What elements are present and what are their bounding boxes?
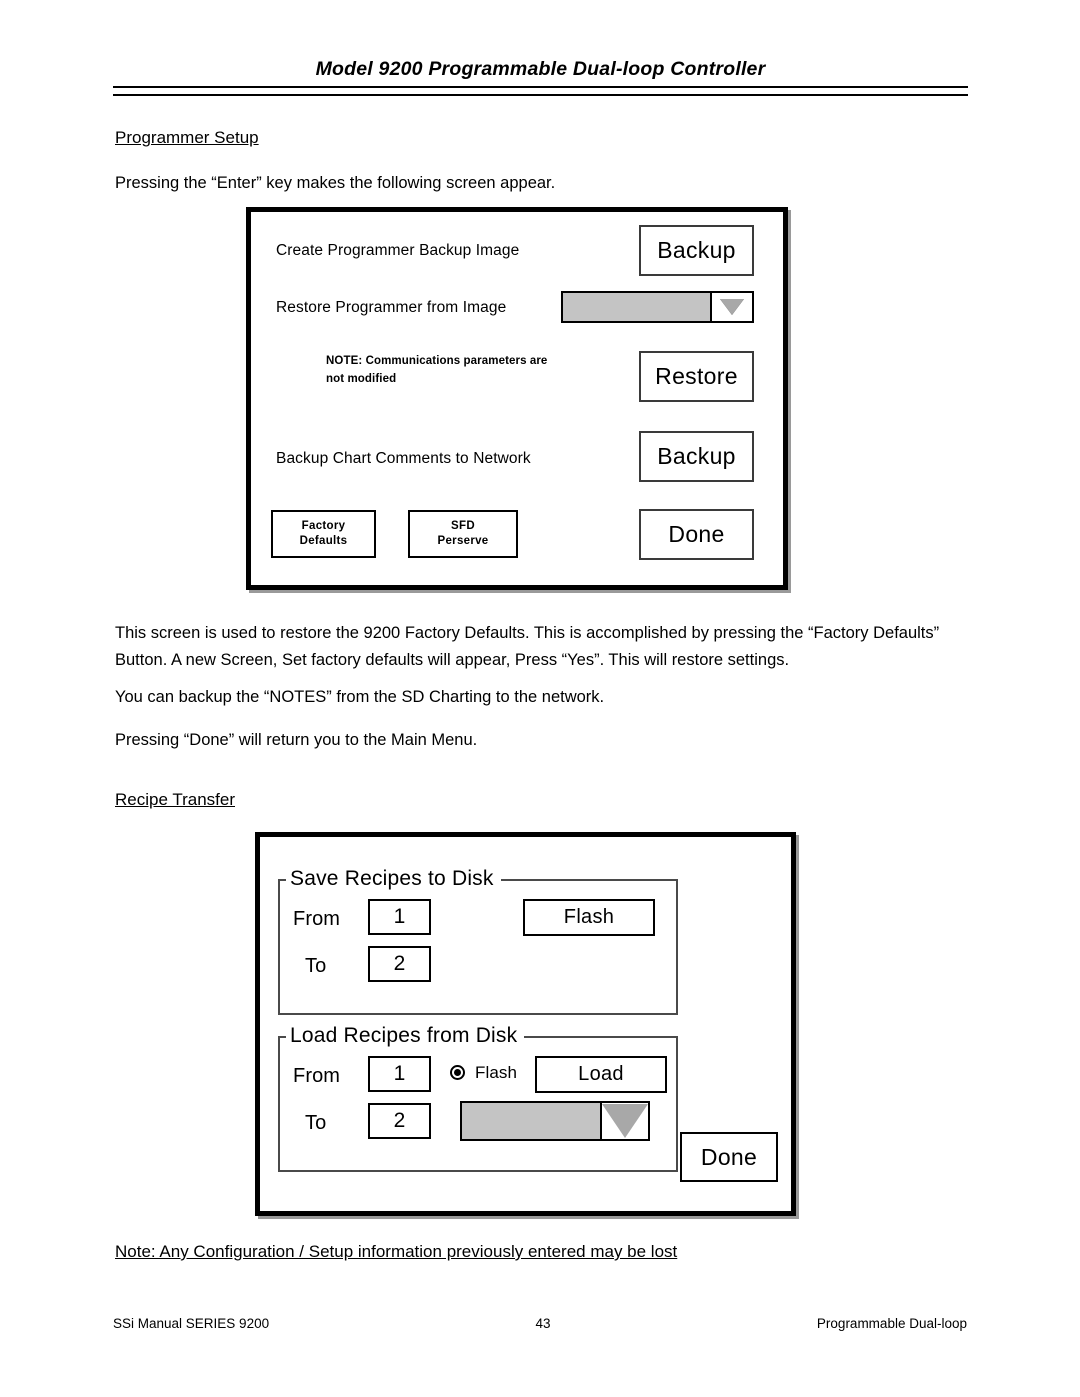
recipe-transfer-dialog: Save Recipes to Disk From 1 Flash To 2 L… [255,832,796,1216]
section-heading-programmer-setup: Programmer Setup [115,128,259,147]
document-header-title: Model 9200 Programmable Dual-loop Contro… [315,58,766,80]
footer-manual-name: SSi Manual SERIES 9200 [113,1316,270,1331]
section-heading-recipe-transfer: Recipe Transfer [115,790,235,809]
programmer-setup-intro-text: Pressing the “Enter” key makes the follo… [115,174,556,192]
recipe-done-button[interactable]: Done [680,1132,778,1182]
factory-defaults-label-line-2: Defaults [299,535,348,547]
sfd-preserve-button[interactable]: SFD Perserve [408,510,518,558]
load-to-input[interactable]: 2 [368,1103,431,1139]
load-from-label: From [293,1065,341,1087]
sfd-preserve-label-line-2: Perserve [437,535,489,547]
done-returns-paragraph: Pressing “Done” will return you to the M… [115,731,478,749]
page-footer: SSi Manual SERIES 9200 43 Programmable D… [113,1316,973,1331]
configuration-loss-note: Note: Any Configuration / Setup informat… [115,1242,678,1261]
flash-save-button[interactable]: Flash [523,899,655,936]
save-from-label: From [293,908,341,930]
load-button[interactable]: Load [535,1056,667,1093]
chevron-down-icon[interactable] [712,293,752,321]
footer-page-number: 43 [535,1316,551,1331]
load-from-input[interactable]: 1 [368,1056,431,1092]
restore-image-combobox[interactable] [561,291,754,323]
done-button[interactable]: Done [639,509,754,560]
save-to-label: To [305,955,327,977]
save-from-input[interactable]: 1 [368,899,431,935]
load-source-combobox[interactable] [460,1101,650,1141]
restore-button[interactable]: Restore [639,351,754,402]
chevron-down-icon[interactable] [602,1103,648,1139]
flash-radio-label: Flash [475,1063,518,1082]
load-recipes-group-legend: Load Recipes from Disk [286,1024,525,1048]
page-header: Model 9200 Programmable Dual-loop Contro… [113,58,968,96]
footer-product-name: Programmable Dual-loop [816,1316,967,1331]
communications-note-line-2: not modified [326,373,397,385]
load-source-combobox-field[interactable] [462,1103,602,1139]
notes-backup-paragraph: You can backup the “NOTES” from the SD C… [115,688,605,706]
restore-programmer-from-image-label: Restore Programmer from Image [276,299,507,316]
create-backup-image-label: Create Programmer Backup Image [276,242,520,259]
factory-defaults-button[interactable]: Factory Defaults [271,510,376,558]
header-divider-rule [113,86,968,96]
load-to-label: To [305,1112,327,1134]
programmer-setup-dialog: Create Programmer Backup Image Backup Re… [246,207,788,590]
backup-chart-comments-label: Backup Chart Comments to Network [276,450,531,467]
save-recipes-group-legend: Save Recipes to Disk [286,867,501,891]
create-backup-button[interactable]: Backup [639,225,754,276]
restore-image-combobox-field[interactable] [563,293,712,321]
backup-chart-comments-button[interactable]: Backup [639,431,754,482]
save-to-input[interactable]: 2 [368,946,431,982]
factory-defaults-paragraph: This screen is used to restore the 9200 … [115,624,940,669]
flash-radio-button[interactable] [450,1065,465,1080]
sfd-preserve-label-line-1: SFD [451,520,475,532]
factory-defaults-label-line-1: Factory [301,520,346,532]
communications-note-line-1: NOTE: Communications parameters are [326,355,548,367]
